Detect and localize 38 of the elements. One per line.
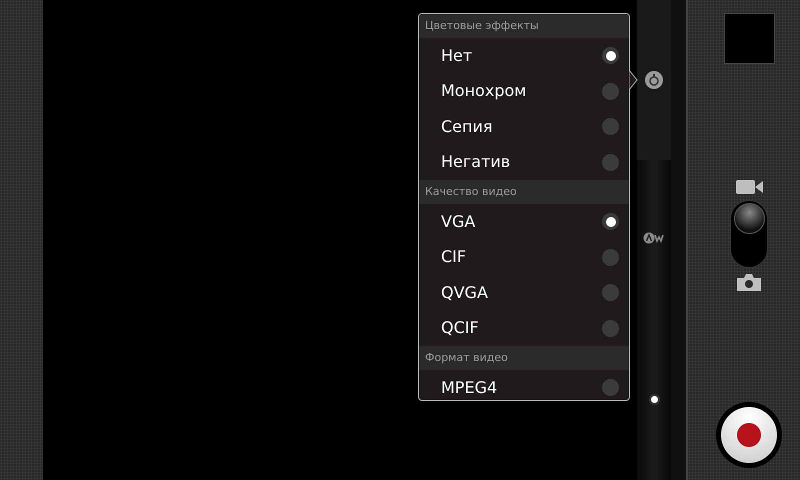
menu-option[interactable]: Сепия	[419, 109, 629, 144]
mode-switch[interactable]	[730, 200, 768, 268]
menu-option[interactable]: VGA	[419, 204, 629, 240]
option-label: Негатив	[441, 151, 510, 174]
menu-option[interactable]: QCIF	[419, 310, 629, 346]
section-header: Цветовые эффекты	[419, 14, 629, 38]
menu-option[interactable]: Монохром	[419, 74, 629, 109]
option-label: Монохром	[441, 80, 526, 102]
radio-button[interactable]	[602, 320, 619, 337]
radio-button[interactable]	[602, 248, 619, 266]
radio-button[interactable]	[602, 154, 619, 171]
radio-button[interactable]	[602, 82, 619, 100]
option-label: CIF	[441, 246, 466, 268]
thumbnail[interactable]	[724, 13, 774, 64]
settings-icon[interactable]	[644, 70, 664, 90]
record-button[interactable]	[716, 402, 782, 468]
video-camera-icon	[736, 180, 762, 194]
section-header: Качество видео	[419, 180, 629, 204]
camera-icon	[737, 274, 761, 291]
radio-button[interactable]	[602, 118, 619, 136]
option-label: QCIF	[441, 317, 479, 340]
option-label: Сепия	[441, 116, 492, 138]
option-label: Нет	[441, 44, 472, 67]
menu-option[interactable]: QVGA	[419, 275, 629, 310]
radio-button[interactable]	[602, 47, 619, 64]
option-label: MPEG4	[441, 376, 498, 399]
section-header: Формат видео	[419, 346, 629, 370]
option-label: VGA	[441, 210, 476, 233]
menu-option[interactable]: Нет	[419, 38, 629, 74]
radio-button[interactable]	[602, 379, 619, 396]
option-label: QVGA	[441, 282, 488, 304]
menu-option[interactable]: MPEG4	[419, 370, 629, 400]
menu-option[interactable]: CIF	[419, 240, 629, 275]
menu-option[interactable]: Негатив	[419, 144, 629, 180]
slider-handle[interactable]	[648, 394, 660, 405]
radio-button[interactable]	[602, 213, 619, 230]
radio-button[interactable]	[602, 284, 619, 302]
auto-mode-icon[interactable]	[643, 232, 665, 244]
